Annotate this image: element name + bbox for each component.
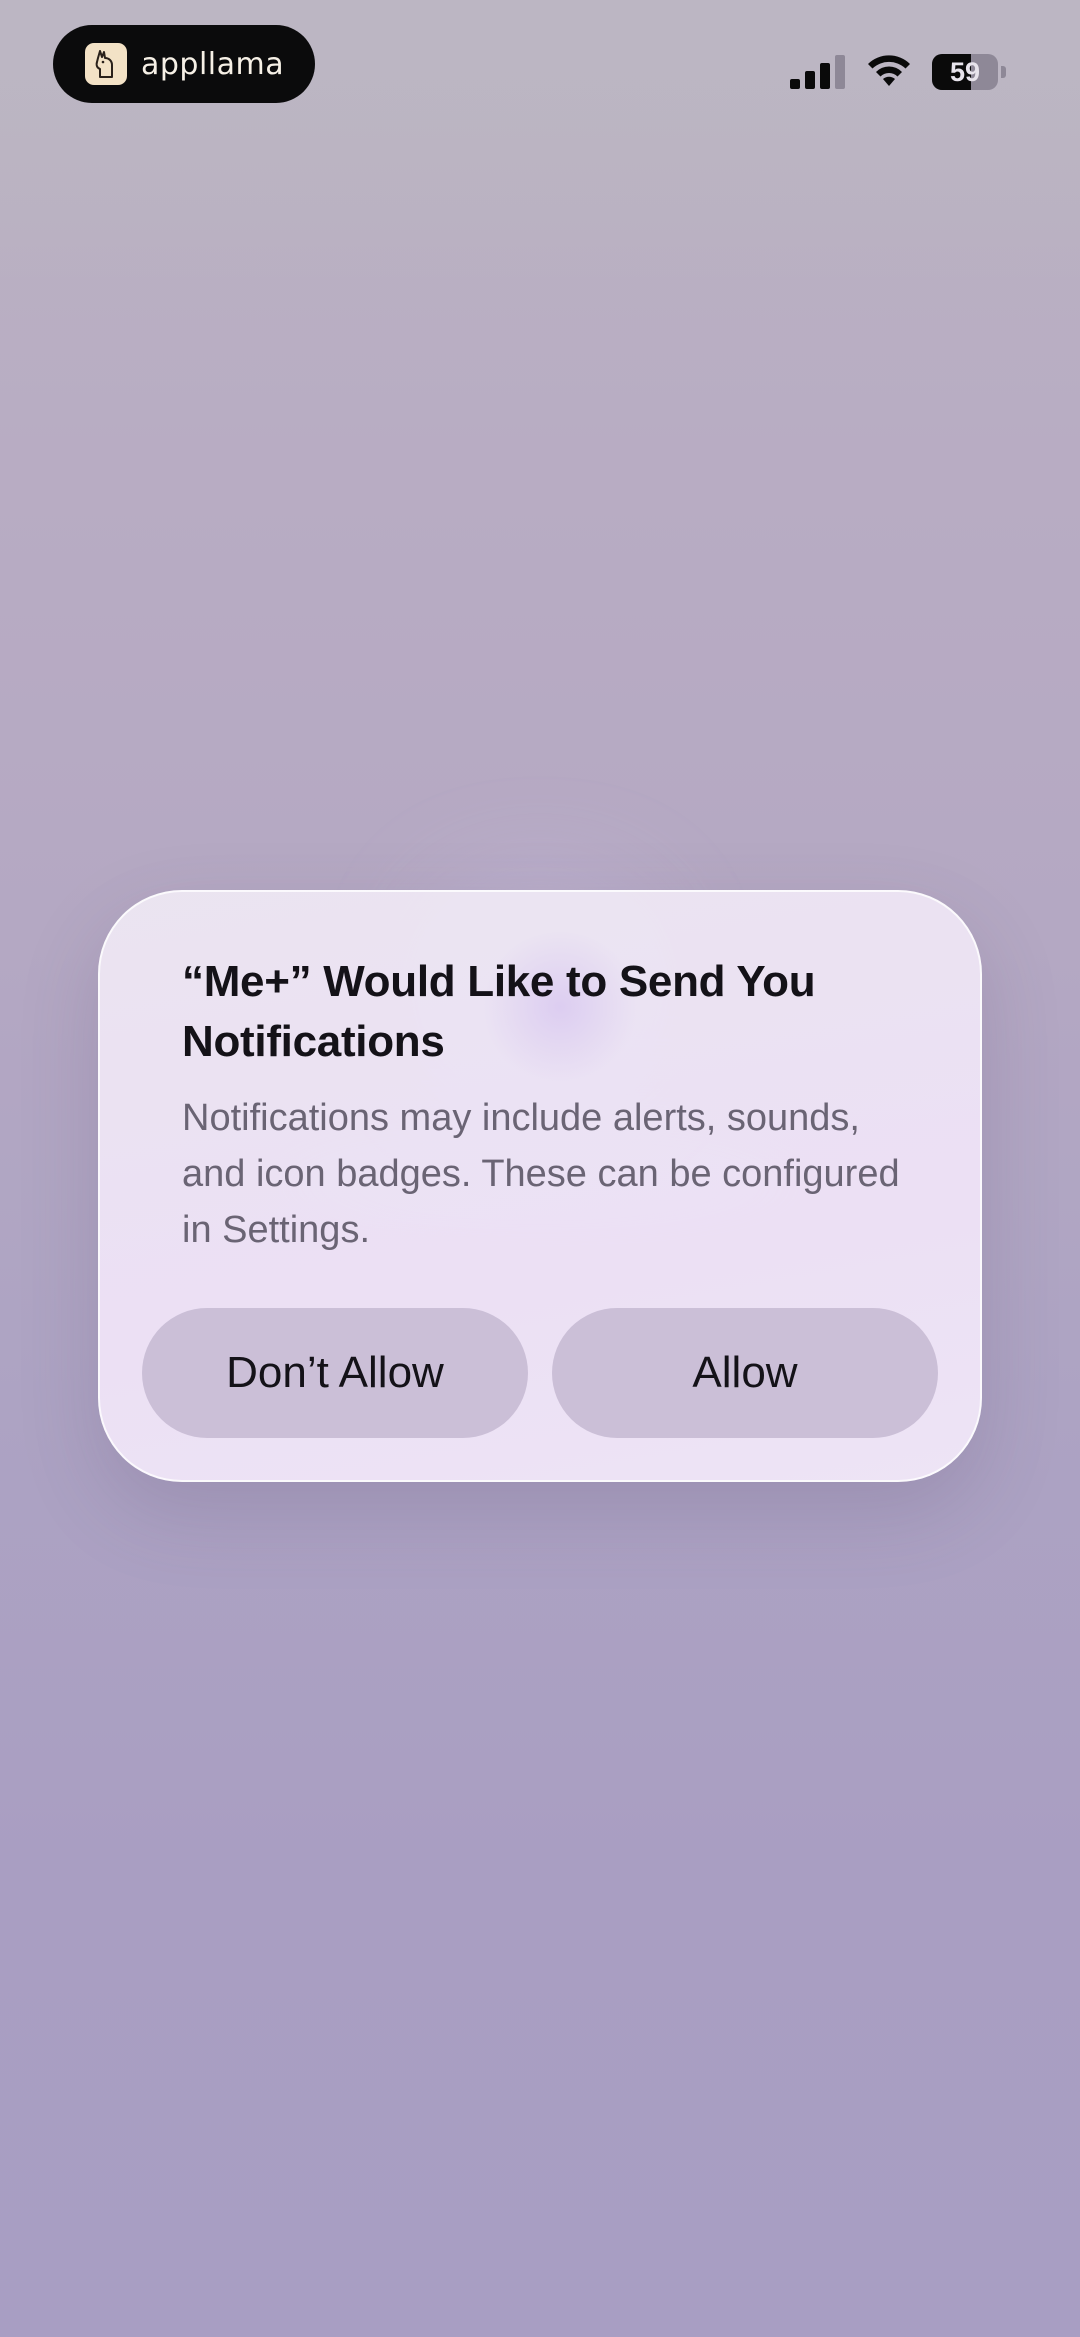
alert-title: “Me+” Would Like to Send You Notificatio… [182, 957, 816, 1066]
notification-permission-alert: “Me+” Would Like to Send You Notificatio… [98, 890, 982, 1482]
battery-icon: 59 [932, 54, 1006, 90]
battery-cap [1001, 66, 1006, 78]
wifi-icon [864, 52, 914, 90]
llama-icon [85, 43, 127, 85]
allow-button[interactable]: Allow [552, 1308, 938, 1438]
dynamic-island-app-badge[interactable]: appllama [53, 25, 315, 103]
signal-bar [835, 55, 845, 89]
dont-allow-button[interactable]: Don’t Allow [142, 1308, 528, 1438]
status-bar: appllama 59 [0, 0, 1080, 140]
signal-bar [820, 63, 830, 89]
alert-message: Notifications may include alerts, sounds… [182, 1097, 900, 1251]
app-badge-brand: appllama [141, 46, 285, 82]
battery-percent: 59 [949, 57, 981, 87]
signal-bar [790, 79, 800, 89]
cellular-signal-icon [790, 54, 846, 90]
signal-bar [805, 71, 815, 89]
battery-body: 59 [932, 54, 998, 90]
